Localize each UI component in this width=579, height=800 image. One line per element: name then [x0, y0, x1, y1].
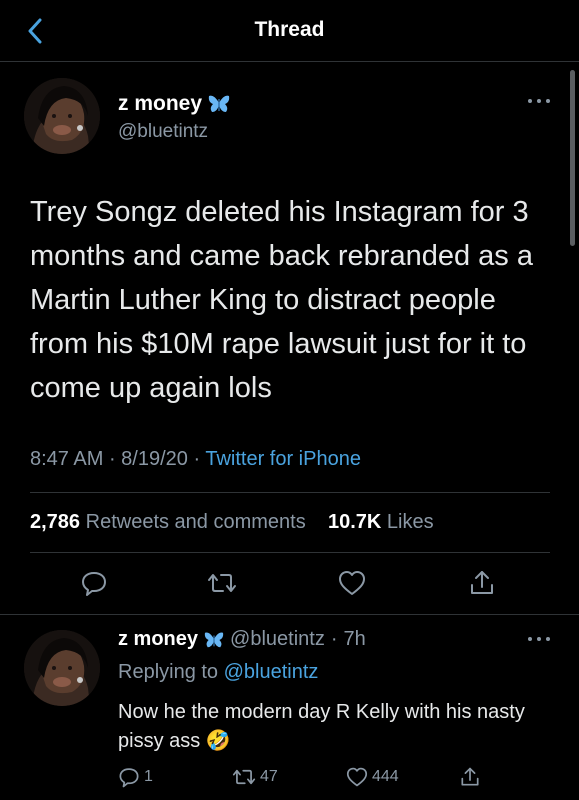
share-icon	[461, 767, 479, 786]
top-bar: Thread	[0, 0, 579, 62]
reply-author-handle[interactable]: @bluetintz	[230, 628, 325, 651]
tweet-stats: 2,786 Retweets and comments 10.7K Likes	[30, 511, 434, 534]
reply-avatar[interactable]	[24, 630, 100, 706]
author-name[interactable]: z money	[118, 92, 230, 116]
retweet-button[interactable]	[206, 567, 238, 599]
more-icon[interactable]	[528, 96, 550, 106]
tweet-text: Trey Songz deleted his Instagram for 3 m…	[30, 196, 533, 404]
reply-text-body: Now he the modern day R Kelly with his n…	[118, 701, 525, 752]
avatar-image	[24, 630, 100, 706]
reply-more-icon[interactable]	[528, 634, 550, 644]
reply-age: 7h	[343, 628, 366, 650]
scrollbar[interactable]	[570, 70, 575, 246]
retweets-count[interactable]: 2,786	[30, 511, 80, 533]
reply-header: z money @bluetintz · 7h	[118, 628, 366, 651]
reply-comment-button[interactable]: 1	[118, 765, 153, 789]
reply-text: Now he the modern day R Kelly with his n…	[118, 698, 548, 756]
meta-dot: ·	[193, 448, 206, 470]
reply-like-button[interactable]: 444	[346, 765, 399, 789]
replying-mention-link[interactable]: @bluetintz	[224, 661, 319, 683]
tweet-meta: 8:47 AM · 8/19/20 · Twitter for iPhone	[30, 448, 361, 471]
reply-button[interactable]	[78, 567, 110, 599]
rofl-emoji-icon: 🤣	[205, 730, 231, 752]
retweet-icon	[208, 574, 236, 592]
share-button[interactable]	[466, 567, 498, 599]
reply-retweet-count: 47	[260, 768, 278, 785]
divider	[30, 552, 550, 553]
butterfly-icon	[208, 95, 230, 112]
tweet-date: 8/19/20	[121, 448, 188, 470]
reply-retweet-button[interactable]: 47	[232, 765, 278, 789]
heart-icon	[339, 571, 365, 595]
avatar[interactable]	[24, 78, 100, 154]
tweet-time: 8:47 AM	[30, 448, 104, 470]
avatar-image	[24, 78, 100, 154]
divider	[0, 614, 579, 615]
page-title: Thread	[254, 18, 325, 41]
reply-like-count: 444	[372, 768, 399, 785]
comment-icon	[119, 768, 139, 788]
replying-to: Replying to @bluetintz	[118, 661, 318, 684]
butterfly-icon	[204, 631, 224, 647]
replying-label: Replying to	[118, 661, 219, 683]
author-name-text: z money	[118, 92, 203, 115]
meta-dot: ·	[108, 448, 122, 470]
divider	[30, 492, 550, 493]
retweet-icon	[232, 769, 256, 785]
author-handle[interactable]: @bluetintz	[118, 121, 208, 143]
tweet-source-link[interactable]: Twitter for iPhone	[205, 448, 361, 470]
retweets-label[interactable]: Retweets and comments	[86, 511, 306, 533]
heart-icon	[346, 767, 368, 787]
reply-comment-count: 1	[144, 768, 153, 785]
likes-count[interactable]: 10.7K	[328, 511, 381, 533]
share-icon	[471, 571, 493, 594]
reply-author-name[interactable]: z money	[118, 628, 198, 651]
meta-dot: ·	[330, 628, 338, 650]
comment-icon	[82, 572, 106, 596]
reply-share-button[interactable]	[460, 765, 480, 789]
likes-label[interactable]: Likes	[387, 511, 434, 533]
like-button[interactable]	[336, 567, 368, 599]
